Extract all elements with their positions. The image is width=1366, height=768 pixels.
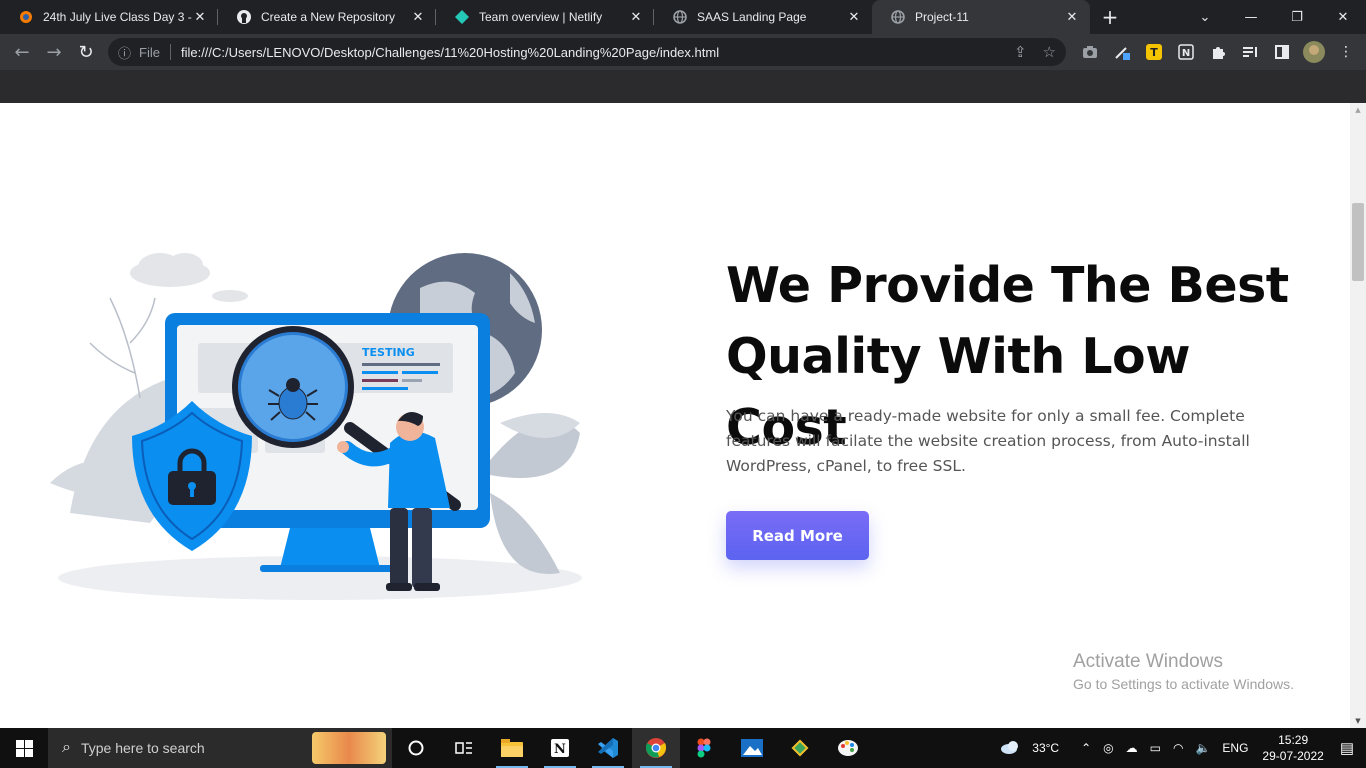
scroll-thumb[interactable] <box>1352 203 1364 281</box>
restore-button[interactable]: ❐ <box>1274 0 1320 34</box>
t-extension-icon[interactable]: T <box>1138 36 1170 68</box>
chevron-up-icon[interactable]: ⌃ <box>1081 741 1091 755</box>
system-tray: 33°C ⌃ ◎ ☁ ▭ ◠ 🔈 ENG 15:29 29-07-2022 ▤ <box>994 728 1366 768</box>
watermark-line2: Go to Settings to activate Windows. <box>1073 676 1294 692</box>
search-icon: ⌕ <box>62 739 71 756</box>
close-icon[interactable]: ✕ <box>846 9 862 25</box>
puzzle-extensions-icon[interactable] <box>1202 36 1234 68</box>
notion-icon[interactable]: N <box>1170 36 1202 68</box>
search-highlight-image <box>312 732 386 764</box>
bookmark-star-icon[interactable]: ☆ <box>1043 43 1056 61</box>
close-icon[interactable]: ✕ <box>628 9 644 25</box>
tab-search-icon[interactable]: ⌄ <box>1182 0 1228 34</box>
volume-icon[interactable]: 🔈 <box>1195 741 1210 755</box>
cloud-icon[interactable]: ☁ <box>1126 741 1138 755</box>
read-more-button[interactable]: Read More <box>726 511 869 560</box>
share-icon[interactable]: ⇪ <box>1014 43 1027 61</box>
task-view-icon[interactable] <box>440 728 488 768</box>
window-controls: ⌄ — ❐ ✕ <box>1182 0 1366 34</box>
orange-circle-icon <box>18 9 34 25</box>
testing-label: TESTING <box>362 346 415 359</box>
file-explorer-icon[interactable] <box>488 728 536 768</box>
close-icon[interactable]: ✕ <box>192 9 208 25</box>
tab-saas[interactable]: SAAS Landing Page ✕ <box>654 0 872 34</box>
profile-avatar[interactable] <box>1298 36 1330 68</box>
search-placeholder: Type here to search <box>80 740 205 756</box>
page-content: TESTING We Provide The Best Quality With… <box>0 103 1350 728</box>
pen-extension-icon[interactable] <box>1106 36 1138 68</box>
figma-icon[interactable] <box>680 728 728 768</box>
netlify-icon <box>454 9 470 25</box>
chrome-icon[interactable] <box>632 728 680 768</box>
site-header-strip <box>0 70 1366 103</box>
taskbar-search[interactable]: ⌕ Type here to search <box>48 728 392 768</box>
tab-label: SAAS Landing Page <box>697 10 807 24</box>
github-icon <box>236 9 252 25</box>
page-scrollbar[interactable]: ▲ ▼ <box>1350 103 1366 728</box>
taskbar-clock[interactable]: 15:29 29-07-2022 <box>1262 732 1323 764</box>
globe-icon <box>672 9 688 25</box>
meet-now-icon[interactable]: ◎ <box>1103 741 1113 755</box>
scheme-label: File <box>139 44 160 60</box>
new-tab-button[interactable]: + <box>1090 0 1130 34</box>
vscode-icon[interactable] <box>584 728 632 768</box>
divider <box>169 44 171 60</box>
minimize-button[interactable]: — <box>1228 0 1274 34</box>
clock-date: 29-07-2022 <box>1262 749 1324 763</box>
forward-arrow-icon[interactable]: → <box>38 36 70 68</box>
tab-label: 24th July Live Class Day 3 - Fi <box>43 10 192 24</box>
url-text[interactable]: file:///C:/Users/LENOVO/Desktop/Challeng… <box>181 45 998 60</box>
battery-icon[interactable]: ▭ <box>1150 741 1161 755</box>
activate-windows-watermark: Activate Windows Go to Settings to activ… <box>1073 651 1294 695</box>
address-bar[interactable]: ⓘ File file:///C:/Users/LENOVO/Desktop/C… <box>108 38 1066 66</box>
tab-label: Project-11 <box>915 10 969 24</box>
scroll-down-arrow-icon[interactable]: ▼ <box>1350 714 1366 728</box>
window-close-button[interactable]: ✕ <box>1320 0 1366 34</box>
git-app-icon[interactable] <box>776 728 824 768</box>
media-control-icon[interactable] <box>1234 36 1266 68</box>
tab-github[interactable]: Create a New Repository ✕ <box>218 0 436 34</box>
reload-icon[interactable]: ↻ <box>70 36 102 68</box>
close-icon[interactable]: ✕ <box>410 9 426 25</box>
cortana-icon[interactable] <box>392 728 440 768</box>
browser-toolbar: ← → ↻ ⓘ File file:///C:/Users/LENOVO/Des… <box>0 34 1366 70</box>
tab-project-11[interactable]: Project-11 ✕ <box>872 0 1090 34</box>
tab-label: Create a New Repository <box>261 10 396 24</box>
security-testing-illustration: TESTING <box>50 253 582 600</box>
back-arrow-icon[interactable]: ← <box>6 36 38 68</box>
photos-icon[interactable] <box>728 728 776 768</box>
svg-text:N: N <box>1182 48 1190 59</box>
tab-label: Team overview | Netlify <box>479 10 603 24</box>
close-icon[interactable]: ✕ <box>1064 9 1080 25</box>
taskbar-apps: N <box>392 728 872 768</box>
camera-icon[interactable] <box>1074 36 1106 68</box>
hero-description: You can have a ready-made website for on… <box>726 407 1250 475</box>
windows-taskbar: ⌕ Type here to search N 33°C ⌃ ◎ ☁ ▭ ◠ 🔈… <box>0 728 1366 768</box>
more-menu-icon[interactable]: ⋮ <box>1330 36 1362 68</box>
wifi-icon[interactable]: ◠ <box>1173 741 1183 755</box>
language-indicator[interactable]: ENG <box>1222 741 1248 755</box>
extensions-bar: T N ⋮ <box>1074 34 1362 70</box>
weather-temp[interactable]: 33°C <box>1032 741 1059 755</box>
scroll-up-arrow-icon[interactable]: ▲ <box>1350 103 1366 117</box>
svg-text:T: T <box>1150 46 1158 59</box>
svg-text:N: N <box>554 742 566 757</box>
tab-netlify[interactable]: Team overview | Netlify ✕ <box>436 0 654 34</box>
watermark-line1: Activate Windows <box>1073 651 1223 672</box>
notion-app-icon[interactable]: N <box>536 728 584 768</box>
side-panel-icon[interactable] <box>1266 36 1298 68</box>
browser-tab-strip: 24th July Live Class Day 3 - Fi ✕ Create… <box>0 0 1366 34</box>
clock-time: 15:29 <box>1278 733 1309 747</box>
paint-icon[interactable] <box>824 728 872 768</box>
globe-icon <box>890 9 906 25</box>
info-icon[interactable]: ⓘ <box>118 43 131 62</box>
tab-live-class[interactable]: 24th July Live Class Day 3 - Fi ✕ <box>0 0 218 34</box>
windows-start-icon[interactable] <box>0 728 48 768</box>
notifications-icon[interactable]: ▤ <box>1340 739 1354 757</box>
weather-icon[interactable] <box>1000 739 1020 758</box>
